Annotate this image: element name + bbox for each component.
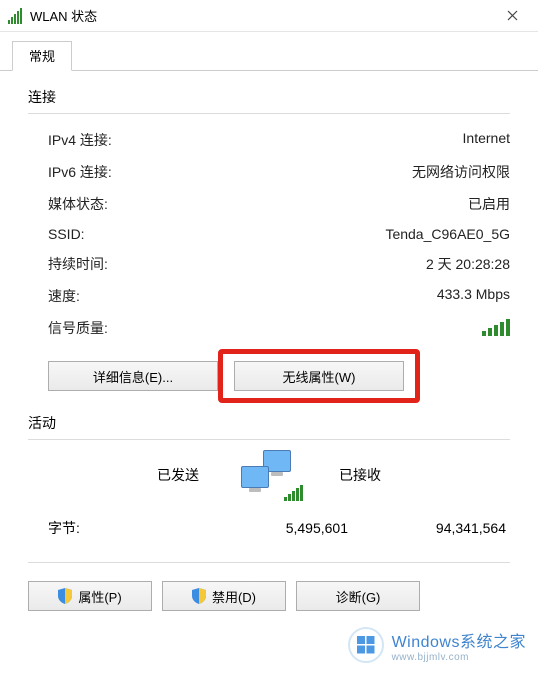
row-ssid: SSID: Tenda_C96AE0_5G (28, 220, 510, 248)
watermark: Windows系统之家 www.bjjmlv.com (348, 627, 526, 663)
wireless-properties-button[interactable]: 无线属性(W) (234, 361, 404, 391)
row-signal: 信号质量: (28, 312, 510, 345)
section-connection: 连接 (28, 87, 510, 107)
row-speed: 速度: 433.3 Mbps (28, 280, 510, 312)
signal-bars-icon (482, 318, 510, 336)
close-icon (507, 10, 518, 21)
row-ipv6: IPv6 连接: 无网络访问权限 (28, 156, 510, 188)
value-ssid: Tenda_C96AE0_5G (385, 226, 510, 242)
close-button[interactable] (492, 2, 532, 30)
windows-logo-icon (348, 627, 384, 663)
label-bytes: 字节: (48, 518, 178, 538)
divider (28, 562, 510, 563)
shield-icon (58, 588, 72, 604)
panel-general: 连接 IPv4 连接: Internet IPv6 连接: 无网络访问权限 媒体… (0, 71, 538, 627)
value-signal (482, 318, 510, 339)
label-media: 媒体状态: (48, 194, 108, 214)
row-ipv4: IPv4 连接: Internet (28, 124, 510, 156)
activity-graphic: 已发送 已接收 (28, 450, 510, 500)
watermark-line1: Windows系统之家 (392, 628, 526, 652)
label-speed: 速度: (48, 286, 80, 306)
shield-icon (192, 588, 206, 604)
diagnose-button[interactable]: 诊断(G) (296, 581, 420, 611)
value-ipv6: 无网络访问权限 (412, 162, 510, 182)
label-received: 已接收 (339, 465, 381, 485)
value-media: 已启用 (468, 194, 510, 214)
label-sent: 已发送 (157, 465, 199, 485)
diagnose-label: 诊断(G) (336, 587, 381, 606)
highlight-box: 无线属性(W) (234, 361, 404, 391)
value-bytes-sent: 5,495,601 (178, 520, 348, 536)
section-activity: 活动 (28, 413, 510, 433)
titlebar: WLAN 状态 (0, 0, 538, 32)
tab-strip: 常规 (0, 32, 538, 71)
label-ssid: SSID: (48, 226, 85, 242)
row-media: 媒体状态: 已启用 (28, 188, 510, 220)
row-duration: 持续时间: 2 天 20:28:28 (28, 248, 510, 280)
network-activity-icon (239, 450, 299, 500)
properties-label: 属性(P) (78, 587, 121, 606)
label-ipv4: IPv4 连接: (48, 130, 112, 150)
value-duration: 2 天 20:28:28 (426, 254, 510, 274)
bottom-buttons: 属性(P) 禁用(D) 诊断(G) (28, 581, 510, 611)
row-bytes: 字节: 5,495,601 94,341,564 (28, 508, 510, 556)
connection-buttons: 详细信息(E)... 无线属性(W) (48, 361, 510, 391)
tab-general[interactable]: 常规 (12, 41, 72, 71)
watermark-line2: www.bjjmlv.com (392, 652, 526, 663)
divider (28, 439, 510, 440)
disable-button[interactable]: 禁用(D) (162, 581, 286, 611)
wlan-signal-icon (8, 8, 24, 24)
properties-button[interactable]: 属性(P) (28, 581, 152, 611)
value-ipv4: Internet (463, 130, 510, 150)
disable-label: 禁用(D) (212, 587, 256, 606)
label-duration: 持续时间: (48, 254, 108, 274)
label-signal: 信号质量: (48, 318, 108, 339)
value-speed: 433.3 Mbps (437, 286, 510, 306)
label-ipv6: IPv6 连接: (48, 162, 112, 182)
divider (28, 113, 510, 114)
details-button[interactable]: 详细信息(E)... (48, 361, 218, 391)
value-bytes-received: 94,341,564 (348, 520, 510, 536)
window-title: WLAN 状态 (30, 6, 492, 25)
watermark-text: Windows系统之家 www.bjjmlv.com (392, 628, 526, 663)
